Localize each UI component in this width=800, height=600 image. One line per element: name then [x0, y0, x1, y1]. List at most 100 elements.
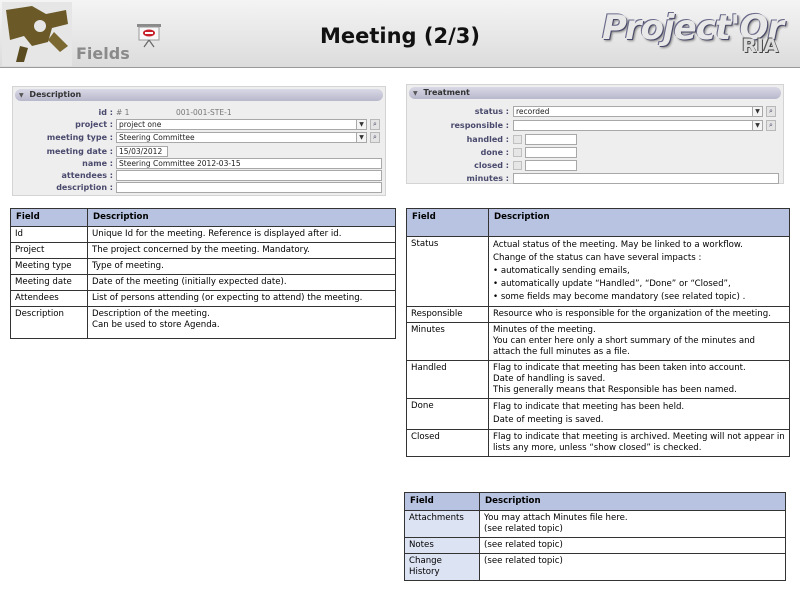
table-row: Handled Flag to indicate that meeting ha… [406, 360, 790, 399]
bullet-item: automatically sending emails, [493, 265, 785, 278]
done-checkbox[interactable] [513, 148, 522, 157]
field-description-cell: Unique Id for the meeting. Reference is … [87, 226, 396, 243]
table-row: Minutes Minutes of the meeting. You can … [406, 322, 790, 361]
table-row: Project The project concerned by the mee… [10, 242, 396, 259]
field-label-minutes: minutes : [466, 174, 509, 183]
field-description-cell: (see related topic) [479, 537, 786, 554]
page-title: Meeting (2/3) [319, 24, 480, 48]
table-row: Attachments You may attach Minutes file … [404, 510, 786, 538]
field-description-cell: Date of the meeting (initially expected … [87, 274, 396, 291]
field-description-cell: Flag to indicate that meeting is archive… [488, 429, 790, 457]
closed-date-input[interactable] [525, 160, 577, 171]
field-description-cell: (see related topic) [479, 553, 786, 581]
field-row-status: status : recorded ▼ ⌕ [407, 106, 783, 118]
field-label-responsible: responsible : [450, 121, 509, 130]
attendees-input[interactable] [116, 170, 382, 181]
brand-logo-suffix: RIA [742, 35, 779, 57]
chevron-down-icon[interactable]: ▼ [752, 106, 763, 117]
description-line: Type of meeting. [92, 261, 164, 271]
minutes-input[interactable] [513, 173, 779, 184]
other-fields-table: Field Description Attachments You may at… [404, 492, 786, 581]
field-row-minutes: minutes : [407, 173, 783, 185]
column-header-description: Description [488, 208, 790, 237]
description-line: Unique Id for the meeting. Reference is … [92, 229, 342, 239]
description-line: Description of the meeting. [92, 309, 210, 319]
field-name-cell: Handled [406, 360, 489, 399]
collapse-triangle-icon[interactable]: ▼ [19, 92, 24, 99]
description-input[interactable] [116, 182, 382, 193]
description-line: Can be used to store Agenda. [92, 320, 220, 330]
description-line: Actual status of the meeting. May be lin… [493, 240, 743, 250]
field-description-cell: Description of the meeting. Can be used … [87, 306, 396, 339]
table-row: Status Actual status of the meeting. May… [406, 236, 790, 307]
field-label-done: done : [480, 148, 509, 157]
description-panel: ▼ Description id : # 1 001-001-STE-1 pro… [12, 86, 386, 196]
table-row: Done Flag to indicate that meeting has b… [406, 398, 790, 430]
treatment-panel-header[interactable]: ▼ Treatment [409, 87, 781, 99]
field-label-id: id : [98, 108, 113, 117]
table-row: Attendees List of persons attending (or … [10, 290, 396, 307]
table-header-row: Field Description [404, 492, 786, 511]
field-row-id: id : # 1 001-001-STE-1 [13, 107, 385, 119]
search-icon[interactable]: ⌕ [766, 120, 776, 131]
description-line: Resource who is responsible for the orga… [493, 309, 771, 319]
chevron-down-icon[interactable]: ▼ [356, 119, 367, 130]
field-description-cell: Flag to indicate that meeting has been t… [488, 360, 790, 399]
responsible-select[interactable] [513, 120, 763, 131]
description-line: Date of meeting is saved. [493, 415, 604, 425]
description-line: Flag to indicate that meeting is archive… [493, 432, 785, 453]
field-label-meeting-type: meeting type : [46, 133, 113, 142]
search-icon[interactable]: ⌕ [370, 132, 380, 143]
field-label-project: project : [75, 120, 113, 129]
project-select[interactable]: project one [116, 119, 366, 130]
reference-value: 001-001-STE-1 [176, 108, 232, 117]
description-line: The project concerned by the meeting. Ma… [92, 245, 310, 255]
presentation-screen-icon [137, 24, 161, 48]
treatment-fields-table: Field Description Status Actual status o… [406, 208, 790, 457]
field-description-cell: Flag to indicate that meeting has been h… [488, 398, 790, 430]
field-description-cell: You may attach Minutes file here. (see r… [479, 510, 786, 538]
column-header-field: Field [10, 208, 88, 227]
field-row-closed: closed : [407, 160, 783, 172]
field-row-description: description : [13, 182, 385, 194]
bullet-item: some fields may become mandatory (see re… [493, 291, 785, 304]
description-line: (see related topic) [484, 540, 563, 550]
field-name-cell: Notes [404, 537, 480, 554]
closed-checkbox[interactable] [513, 161, 522, 170]
section-label: Fields [76, 44, 130, 63]
description-panel-title: Description [29, 90, 82, 99]
column-header-field: Field [404, 492, 480, 511]
name-input[interactable]: Steering Committee 2012-03-15 [116, 158, 382, 169]
meeting-date-input[interactable]: 15/03/2012 [116, 146, 168, 157]
field-row-name: name : Steering Committee 2012-03-15 [13, 158, 385, 170]
field-description-cell: Type of meeting. [87, 258, 396, 275]
field-name-cell: Change History [404, 553, 480, 581]
column-header-description: Description [87, 208, 396, 227]
meeting-type-select[interactable]: Steering Committee [116, 132, 366, 143]
done-date-input[interactable] [525, 147, 577, 158]
table-row: Notes (see related topic) [404, 537, 786, 554]
field-description-cell: The project concerned by the meeting. Ma… [87, 242, 396, 259]
column-header-field: Field [406, 208, 489, 237]
search-icon[interactable]: ⌕ [766, 106, 776, 117]
field-description-cell: List of persons attending (or expecting … [87, 290, 396, 307]
camera-logo-icon [2, 2, 72, 66]
description-line: List of persons attending (or expecting … [92, 293, 363, 303]
field-name-cell: Project [10, 242, 88, 259]
search-icon[interactable]: ⌕ [370, 119, 380, 130]
field-name-cell: Meeting date [10, 274, 88, 291]
description-panel-header[interactable]: ▼ Description [15, 89, 383, 101]
field-label-handled: handled : [466, 135, 509, 144]
description-line: Date of the meeting (initially expected … [92, 277, 287, 287]
handled-date-input[interactable] [525, 134, 577, 145]
handled-checkbox[interactable] [513, 135, 522, 144]
chevron-down-icon[interactable]: ▼ [356, 132, 367, 143]
description-line: You can enter here only a short summary … [493, 336, 756, 357]
treatment-panel: ▼ Treatment status : recorded ▼ ⌕ respon… [406, 84, 784, 184]
chevron-down-icon[interactable]: ▼ [752, 120, 763, 131]
field-label-status: status : [474, 107, 509, 116]
status-select[interactable]: recorded [513, 106, 763, 117]
column-header-description: Description [479, 492, 786, 511]
description-line: Change of the status can have several im… [493, 253, 702, 263]
collapse-triangle-icon[interactable]: ▼ [413, 90, 418, 97]
